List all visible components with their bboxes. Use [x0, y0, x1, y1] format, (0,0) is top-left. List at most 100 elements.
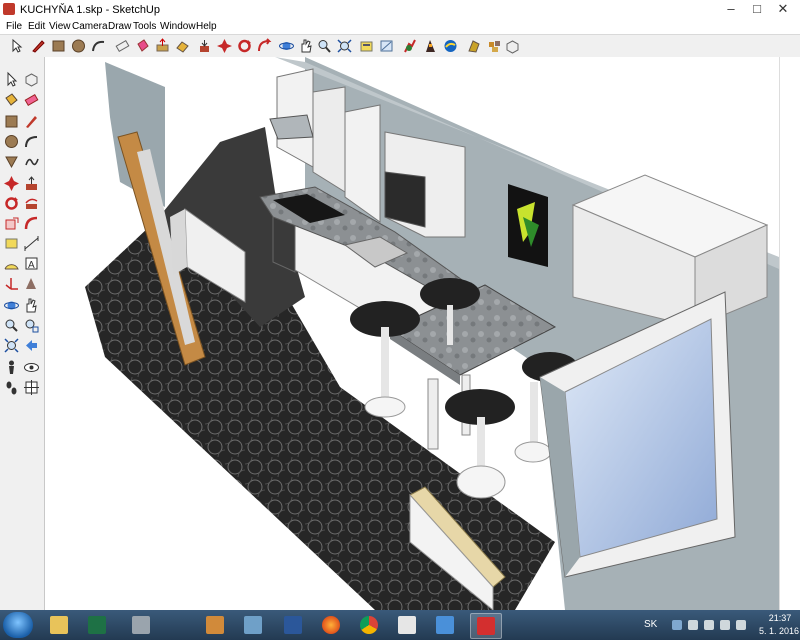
zoom-extents-icon[interactable]	[336, 38, 353, 54]
zoom-window-icon[interactable]	[23, 317, 40, 334]
protractor-icon[interactable]	[3, 255, 20, 272]
section-plane-icon[interactable]	[23, 379, 40, 396]
radiator-side	[170, 209, 187, 275]
paint-icon[interactable]	[200, 613, 230, 637]
select-icon[interactable]	[3, 71, 20, 88]
tape-measure-icon[interactable]	[3, 235, 20, 252]
components-icon[interactable]	[504, 38, 521, 54]
flag-icon[interactable]	[736, 620, 746, 630]
menu-draw[interactable]: Draw	[108, 21, 131, 32]
explorer-icon[interactable]	[44, 613, 74, 637]
clock-date[interactable]: 5. 1. 2016	[758, 626, 800, 636]
gallery-icon[interactable]	[430, 613, 460, 637]
system-tray: SK 21:37 5. 1. 2016	[610, 610, 800, 640]
menu-help[interactable]: Help	[196, 21, 217, 32]
chrome-icon[interactable]	[354, 613, 384, 637]
large-tool-set: A	[0, 57, 45, 610]
photos-icon[interactable]	[238, 613, 268, 637]
look-around-icon[interactable]	[23, 359, 40, 376]
follow-me-icon[interactable]	[23, 195, 40, 212]
main-toolbar	[0, 34, 800, 58]
rectangle-icon[interactable]	[3, 113, 20, 130]
wall-oven	[384, 171, 426, 228]
push-pull-icon[interactable]	[23, 175, 40, 192]
title-bar: KUCHYŇA 1.skp - SketchUp – □ ✕	[0, 0, 800, 21]
media-icon[interactable]	[126, 613, 156, 637]
zoom-extents-icon[interactable]	[3, 337, 20, 354]
volume-icon[interactable]	[704, 620, 714, 630]
eraser-icon[interactable]	[114, 38, 131, 54]
menu-view[interactable]: View	[49, 21, 71, 32]
minimize-button[interactable]: –	[718, 0, 744, 18]
move-icon[interactable]	[3, 175, 20, 192]
menu-file[interactable]: File	[6, 21, 22, 32]
arc-icon[interactable]	[23, 133, 40, 150]
move-icon[interactable]	[174, 38, 191, 54]
start-button[interactable]	[3, 612, 33, 638]
axes-icon[interactable]	[442, 38, 459, 54]
paint-bucket-icon[interactable]	[3, 91, 20, 108]
previous-view-icon[interactable]	[23, 337, 40, 354]
menu-bar: File Edit View Camera Draw Tools Window …	[0, 20, 800, 34]
pencil-icon[interactable]	[30, 38, 47, 54]
zoom-icon[interactable]	[316, 38, 333, 54]
sketchup-icon[interactable]	[470, 613, 502, 639]
maximize-button[interactable]: □	[744, 0, 770, 18]
3d-text-icon[interactable]	[23, 275, 40, 292]
get-models-icon[interactable]	[486, 38, 503, 54]
calculator-icon[interactable]	[392, 613, 422, 637]
orbit-icon[interactable]	[278, 38, 295, 54]
taskbar: SK 21:37 5. 1. 2016	[0, 610, 800, 640]
close-button[interactable]: ✕	[770, 0, 796, 18]
follow-me-icon[interactable]	[216, 38, 233, 54]
text-icon[interactable]: A	[23, 255, 40, 272]
rotate-icon[interactable]	[196, 38, 213, 54]
language-indicator[interactable]: SK	[644, 619, 657, 630]
orbit-icon[interactable]	[3, 297, 20, 314]
bar-stool-1	[350, 301, 420, 418]
dishwasher	[272, 216, 296, 273]
tray-icon[interactable]	[672, 620, 682, 630]
circle-icon[interactable]	[3, 133, 20, 150]
offset-icon[interactable]	[256, 38, 273, 54]
polygon-icon[interactable]	[3, 153, 20, 170]
pan-icon[interactable]	[23, 297, 40, 314]
text-icon[interactable]	[422, 38, 439, 54]
menu-window[interactable]: Window	[160, 21, 196, 32]
clock-time[interactable]: 21:37	[762, 613, 798, 623]
model-viewport[interactable]	[45, 57, 779, 610]
arc-icon[interactable]	[90, 38, 107, 54]
push-pull-icon[interactable]	[154, 38, 171, 54]
range-hood	[269, 114, 314, 140]
select-icon[interactable]	[8, 38, 25, 54]
battery-icon[interactable]	[720, 620, 730, 630]
menu-tools[interactable]: Tools	[133, 21, 156, 32]
circle-icon[interactable]	[70, 38, 87, 54]
paint-bucket-icon[interactable]	[134, 38, 151, 54]
scale-icon[interactable]	[3, 215, 20, 232]
eraser-icon[interactable]	[23, 91, 40, 108]
dimension-icon[interactable]	[23, 235, 40, 252]
3d-text-icon[interactable]	[466, 38, 483, 54]
tape-measure-icon[interactable]	[358, 38, 375, 54]
dimension-icon[interactable]	[378, 38, 395, 54]
menu-edit[interactable]: Edit	[28, 21, 45, 32]
pan-icon[interactable]	[298, 38, 315, 54]
walk-icon[interactable]	[3, 379, 20, 396]
network-icon[interactable]	[688, 620, 698, 630]
rotate-icon[interactable]	[3, 195, 20, 212]
offset-icon[interactable]	[23, 215, 40, 232]
freehand-icon[interactable]	[23, 153, 40, 170]
zoom-icon[interactable]	[3, 317, 20, 334]
line-icon[interactable]	[23, 113, 40, 130]
excel-icon[interactable]	[82, 613, 112, 637]
scale-icon[interactable]	[236, 38, 253, 54]
menu-camera[interactable]: Camera	[72, 21, 108, 32]
rectangle-icon[interactable]	[50, 38, 67, 54]
firefox-icon[interactable]	[316, 613, 346, 637]
protractor-icon[interactable]	[402, 38, 419, 54]
position-camera-icon[interactable]	[3, 359, 20, 376]
axes-icon[interactable]	[3, 275, 20, 292]
word-icon[interactable]	[278, 613, 308, 637]
make-component-icon[interactable]	[23, 71, 40, 88]
